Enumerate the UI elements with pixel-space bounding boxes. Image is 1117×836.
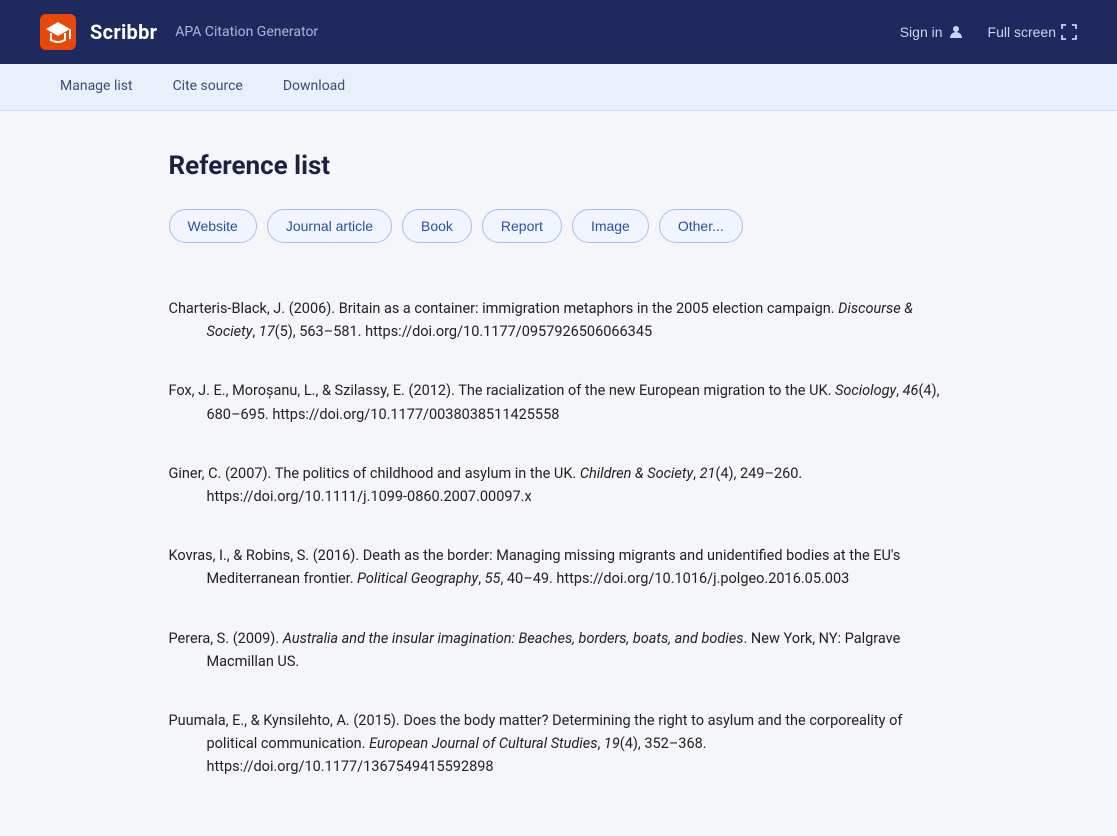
nav-bar: Manage list Cite source Download [0,64,1117,111]
reference-entry: Fox, J. E., Moroșanu, L., & Szilassy, E.… [169,361,949,443]
source-btn-website[interactable]: Website [169,209,257,243]
page-title: Reference list [169,151,949,181]
reference-text: Giner, C. (2007). The politics of childh… [169,462,949,508]
reference-text: Perera, S. (2009). Australia and the ins… [169,627,949,673]
source-btn-image[interactable]: Image [572,209,649,243]
main-content: Reference list Website Journal article B… [109,111,1009,836]
fullscreen-button[interactable]: Full screen [988,24,1077,40]
source-btn-other[interactable]: Other... [659,209,743,243]
reference-entry: Puumala, E., & Kynsilehto, A. (2015). Do… [169,691,949,797]
source-type-buttons: Website Journal article Book Report Imag… [169,209,949,243]
person-icon [948,24,964,40]
reference-entry: Perera, S. (2009). Australia and the ins… [169,609,949,691]
source-btn-report[interactable]: Report [482,209,562,243]
nav-manage-list[interactable]: Manage list [40,64,153,110]
fullscreen-label: Full screen [988,24,1056,40]
reference-entry: Charteris-Black, J. (2006). Britain as a… [169,279,949,361]
reference-text: Puumala, E., & Kynsilehto, A. (2015). Do… [169,709,949,779]
reference-text: Kovras, I., & Robins, S. (2016). Death a… [169,544,949,590]
sign-in-button[interactable]: Sign in [900,24,964,40]
reference-entry: Giner, C. (2007). The politics of childh… [169,444,949,526]
nav-download[interactable]: Download [263,64,365,110]
header-left: Scribbr APA Citation Generator [40,14,318,50]
app-subtitle: APA Citation Generator [175,24,318,40]
sign-in-label: Sign in [900,24,943,40]
nav-cite-source[interactable]: Cite source [153,64,263,110]
reference-text: Fox, J. E., Moroșanu, L., & Szilassy, E.… [169,379,949,425]
source-btn-book[interactable]: Book [402,209,472,243]
reference-text: Charteris-Black, J. (2006). Britain as a… [169,297,949,343]
scribbr-logo-icon [40,14,76,50]
fullscreen-icon [1061,24,1077,40]
source-btn-journal-article[interactable]: Journal article [267,209,392,243]
header-right: Sign in Full screen [900,24,1077,40]
reference-list: Charteris-Black, J. (2006). Britain as a… [169,279,949,796]
header: Scribbr APA Citation Generator Sign in F… [0,0,1117,64]
reference-entry: Kovras, I., & Robins, S. (2016). Death a… [169,526,949,608]
logo-name: Scribbr [90,20,157,44]
